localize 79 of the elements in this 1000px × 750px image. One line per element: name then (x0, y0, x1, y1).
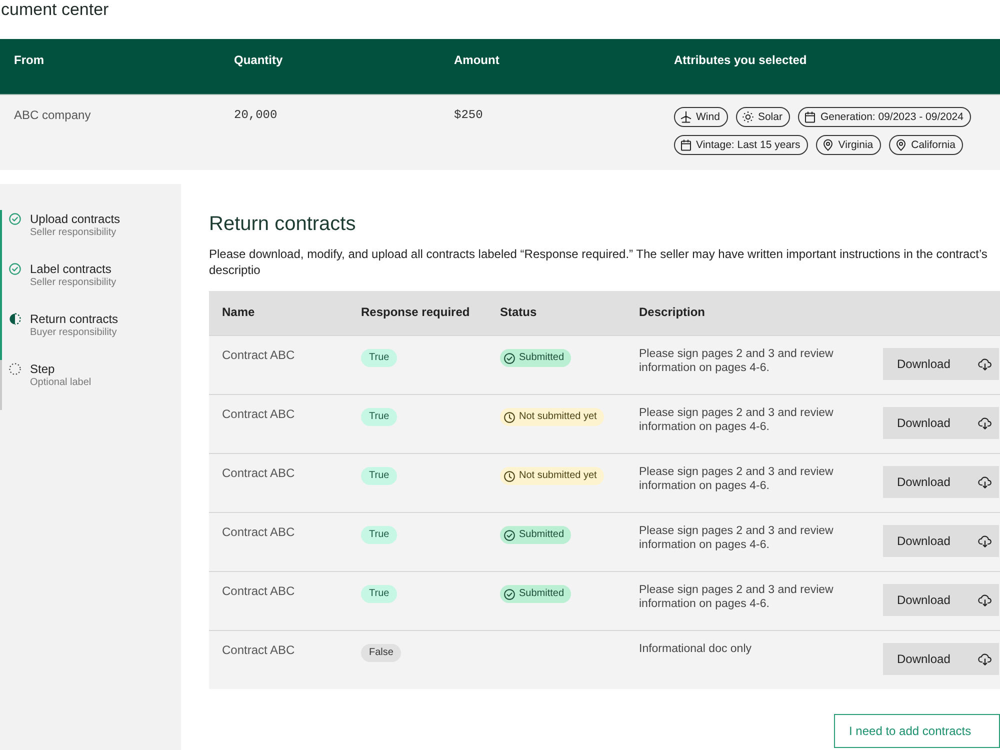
step-title: Return contracts (30, 312, 118, 326)
cloud-download-icon (978, 534, 992, 548)
location-pin-icon (895, 139, 908, 151)
check-circle-icon (504, 530, 515, 540)
contract-name: Contract ABC (222, 347, 295, 363)
step-subtitle: Buyer responsibility (30, 326, 117, 339)
cloud-download-icon (978, 358, 992, 370)
response-badge: True (361, 408, 398, 426)
download-button[interactable]: Download (883, 466, 999, 498)
instructions-text: Please download, modify, and upload all contracts labeled “Response required.” The seller may have written important instructions in the contract’s descriptio (209, 246, 988, 278)
step-title: Step (30, 362, 55, 376)
download-button[interactable]: Download (883, 525, 999, 557)
calendar-icon (680, 139, 692, 151)
column-header: From (14, 52, 44, 68)
chip-label: Virginia (838, 139, 874, 151)
section-title: Return contracts (209, 212, 356, 236)
location-pin-icon (822, 139, 834, 151)
column-header: Name (222, 304, 255, 320)
response-badge: True (361, 349, 398, 367)
contract-name: Contract ABC (222, 524, 295, 540)
dotted-circle-icon (9, 363, 21, 375)
response-badge: False (361, 644, 402, 662)
description-text: Please sign pages 2 and 3 and review information on pages 4-6. (639, 465, 834, 493)
download-button[interactable]: Download (883, 407, 999, 439)
sender-name: ABC company (14, 107, 91, 123)
check-circle-icon (9, 263, 21, 275)
step-subtitle: Optional label (30, 376, 92, 389)
check-circle-icon (504, 588, 515, 600)
column-header: Description (639, 304, 706, 320)
chip-label: Solar (758, 111, 782, 123)
add-contracts-button[interactable]: I need to add contracts (834, 714, 1000, 748)
check-circle-icon (9, 213, 21, 225)
status-text: Submitted (519, 352, 564, 364)
quantity-value: 20,000 (234, 107, 278, 123)
description-text: Please sign pages 2 and 3 and review information on pages 4-6. (639, 524, 834, 552)
chip-label: Wind (696, 111, 720, 123)
status-text: Submitted (519, 529, 564, 541)
contract-name: Contract ABC (222, 642, 295, 658)
calendar-icon (804, 111, 816, 123)
status-text: Submitted (519, 588, 564, 600)
status-text: Not submitted yet (519, 411, 597, 423)
description-text: Please sign pages 2 and 3 and review information on pages 4-6. (639, 347, 834, 375)
cloud-download-icon (978, 652, 992, 666)
amount-value: $250 (454, 107, 483, 123)
wind-turbine-icon (680, 111, 692, 123)
column-header: Amount (454, 52, 500, 68)
contract-name: Contract ABC (222, 465, 295, 481)
column-header: Attributes you selected (674, 52, 807, 68)
column-header: Quantity (234, 52, 283, 68)
chip-label: Vintage: Last 15 years (696, 139, 800, 151)
response-badge: True (361, 526, 398, 544)
download-button[interactable]: Download (883, 643, 999, 675)
cloud-download-icon (978, 594, 992, 606)
step-subtitle: Seller responsibility (30, 226, 116, 239)
column-header: Status (500, 304, 537, 320)
chip-label: Generation: 09/2023 - 09/2024 (820, 111, 964, 123)
step-title: Label contracts (30, 262, 112, 276)
download-button[interactable]: Download (883, 584, 999, 616)
check-circle-icon (504, 352, 515, 364)
description-text: Please sign pages 2 and 3 and review information on pages 4-6. (639, 406, 834, 434)
cloud-download-icon (978, 416, 992, 430)
response-badge: True (361, 467, 398, 485)
clock-icon (504, 470, 515, 482)
step-title: Upload contracts (30, 212, 120, 226)
status-text: Not submitted yet (519, 470, 597, 482)
cloud-download-icon (978, 476, 992, 488)
description-text: Please sign pages 2 and 3 and review information on pages 4-6. (639, 583, 834, 611)
contract-name: Contract ABC (222, 406, 295, 422)
response-badge: True (361, 585, 398, 603)
contract-name: Contract ABC (222, 583, 295, 599)
half-filled-circle-icon (9, 313, 21, 325)
step-subtitle: Seller responsibility (30, 276, 116, 289)
clock-icon (504, 412, 515, 422)
page-title: cument center (1, 0, 109, 19)
column-header: Response required (361, 304, 470, 320)
download-button[interactable]: Download (883, 348, 999, 380)
chip-label: California (911, 139, 956, 151)
description-text: Informational doc only (639, 642, 752, 656)
sun-icon (742, 111, 754, 123)
